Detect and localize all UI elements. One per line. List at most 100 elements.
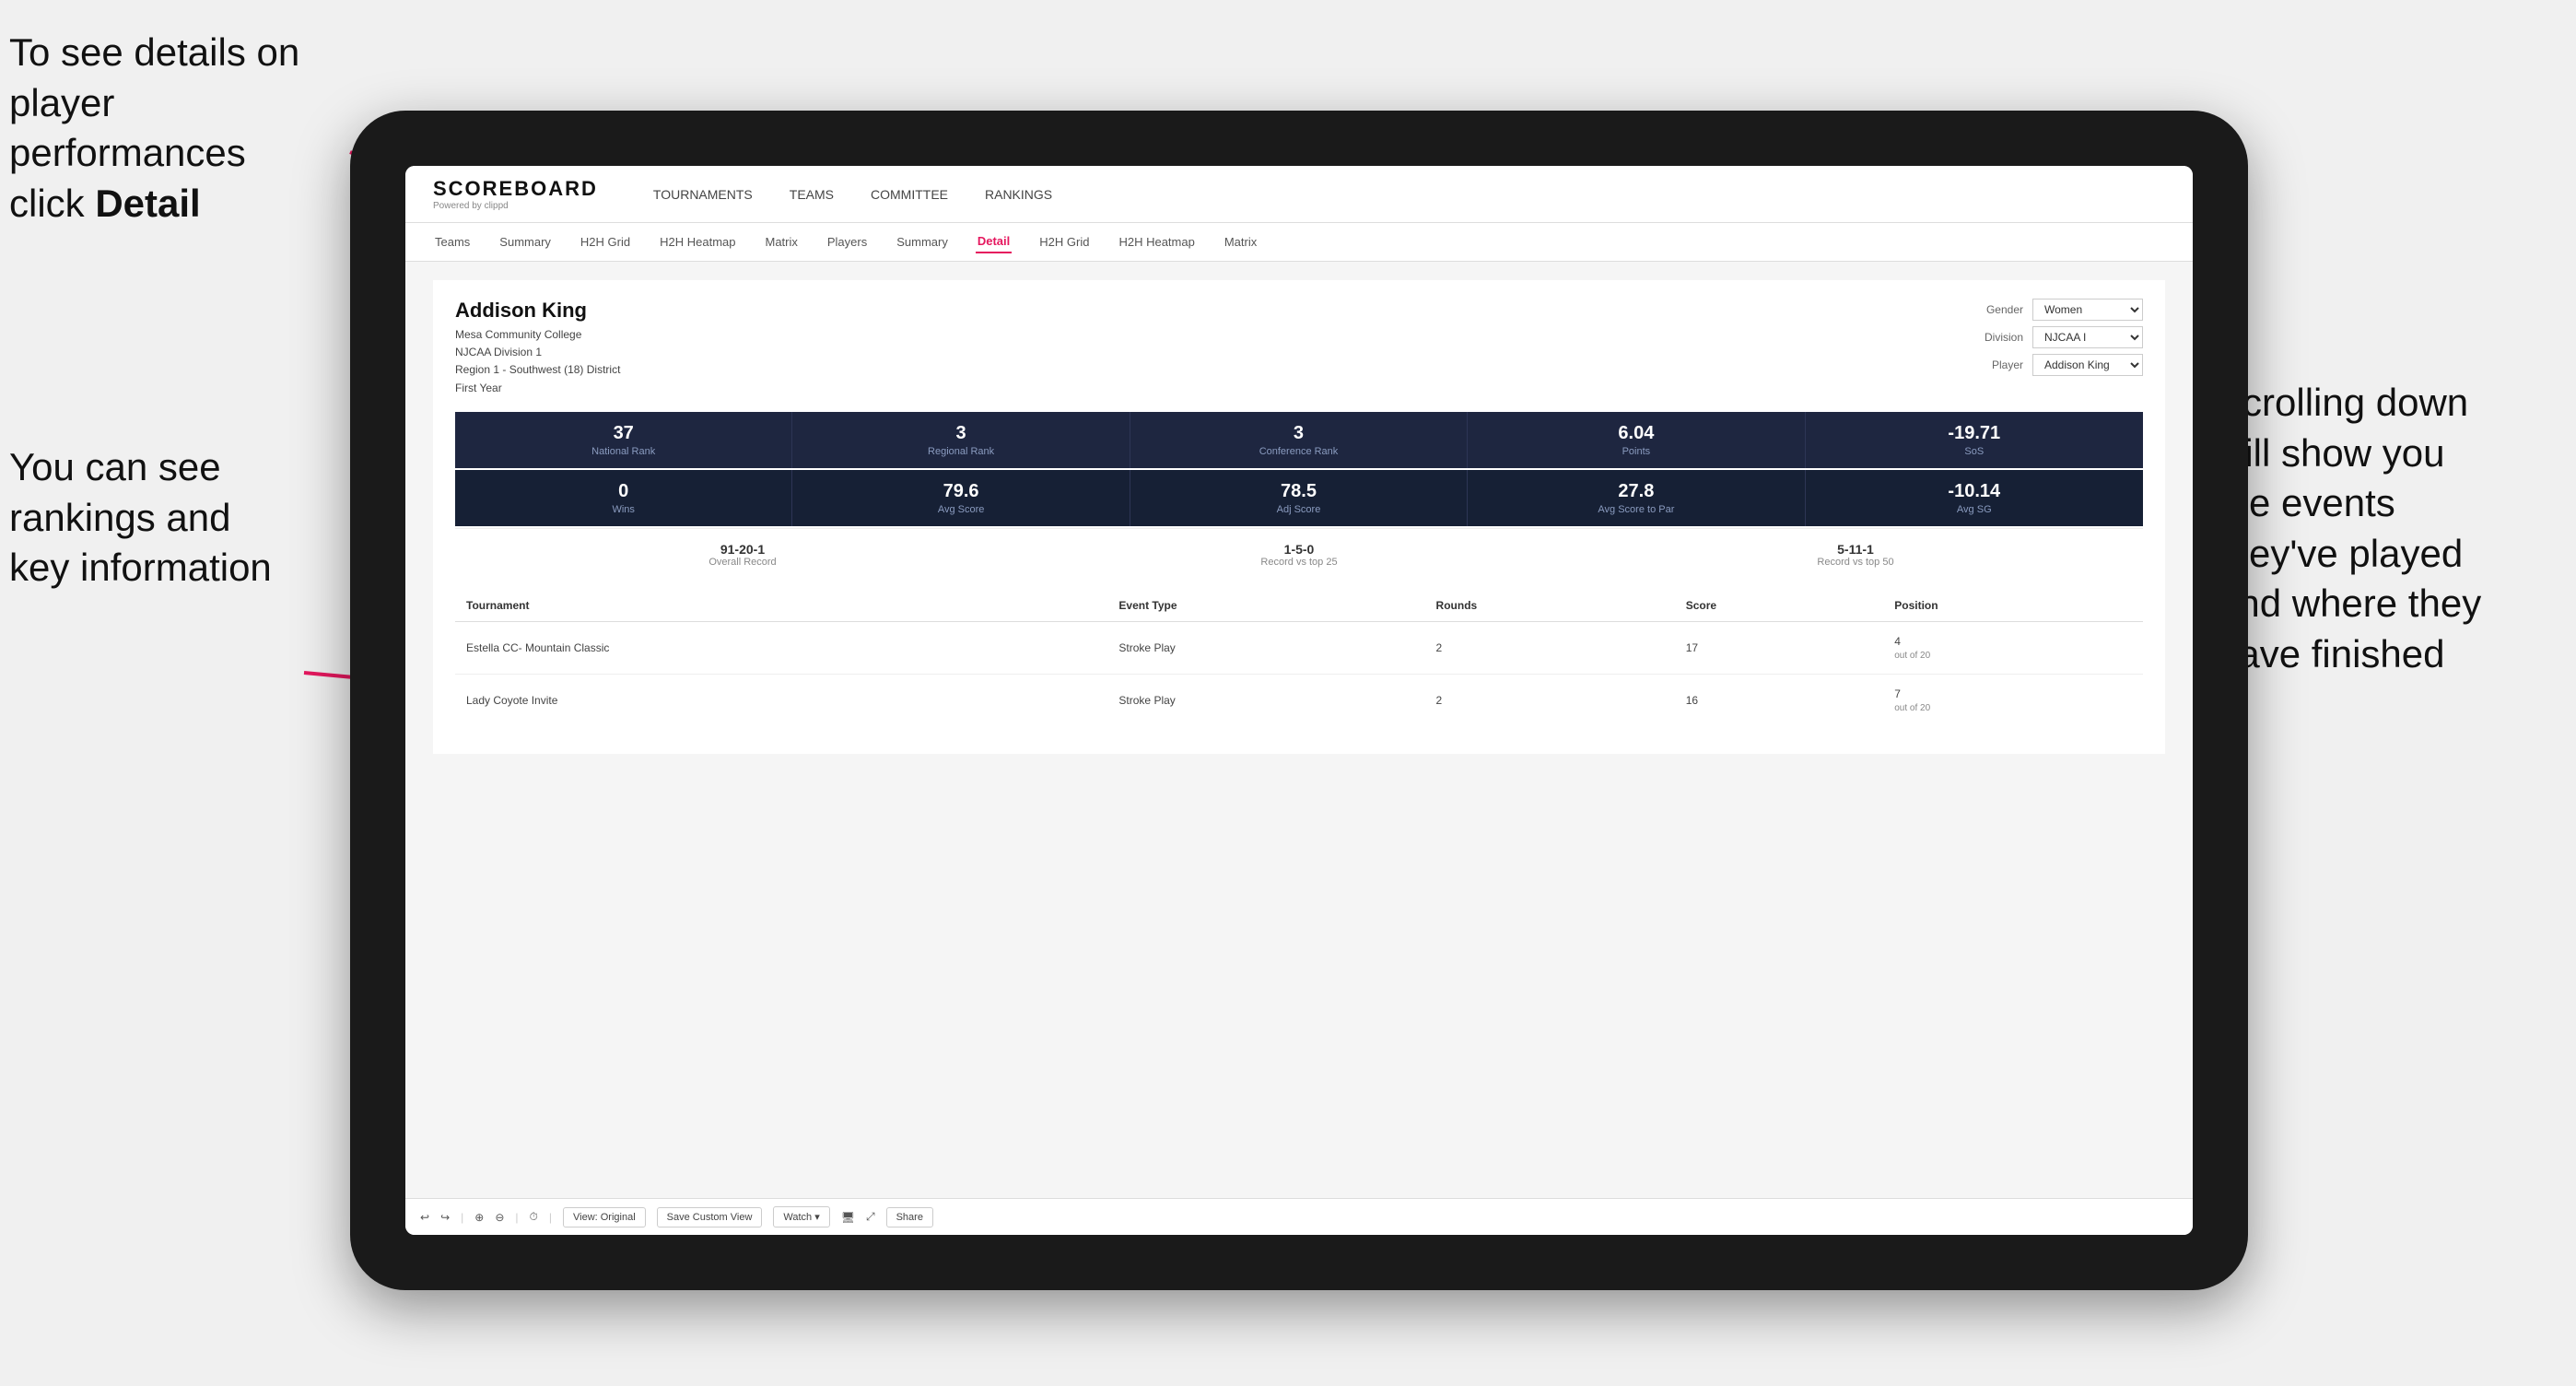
record-top50-value: 5-11-1 bbox=[1577, 542, 2134, 557]
player-select[interactable]: Addison King bbox=[2032, 354, 2143, 376]
save-custom-view-btn[interactable]: Save Custom View bbox=[657, 1207, 763, 1227]
sub-nav-detail[interactable]: Detail bbox=[976, 230, 1012, 253]
gender-select[interactable]: Women bbox=[2032, 299, 2143, 321]
player-header: Addison King Mesa Community College NJCA… bbox=[455, 299, 2143, 397]
player-division: NJCAA Division 1 bbox=[455, 344, 620, 361]
sub-nav-h2h-heatmap2[interactable]: H2H Heatmap bbox=[1117, 231, 1196, 253]
division-select[interactable]: NJCAA I bbox=[2032, 326, 2143, 348]
tournament-section: Tournament Event Type Rounds Score Posit… bbox=[455, 590, 2143, 735]
toolbar-icon2[interactable]: ⊖ bbox=[495, 1211, 504, 1224]
col-tournament: Tournament bbox=[455, 590, 1107, 622]
tablet-screen: SCOREBOARD Powered by clippd TOURNAMENTS… bbox=[405, 166, 2193, 1235]
row2-rounds: 2 bbox=[1425, 674, 1675, 726]
toolbar-undo[interactable]: ↩ bbox=[420, 1211, 429, 1224]
toolbar-redo[interactable]: ↪ bbox=[440, 1211, 450, 1224]
conference-rank-value: 3 bbox=[1140, 423, 1458, 444]
stat-avg-score-par: 27.8 Avg Score to Par bbox=[1468, 470, 1805, 526]
record-overall-label: Overall Record bbox=[464, 557, 1021, 568]
national-rank-label: National Rank bbox=[464, 446, 782, 457]
stat-avg-score: 79.6 Avg Score bbox=[792, 470, 1130, 526]
avg-sg-value: -10.14 bbox=[1815, 481, 2134, 502]
record-top25: 1-5-0 Record vs top 25 bbox=[1021, 542, 1577, 568]
record-top50: 5-11-1 Record vs top 50 bbox=[1577, 542, 2134, 568]
annotation-right: Scrolling down will show you the events … bbox=[2217, 378, 2567, 680]
stat-points: 6.04 Points bbox=[1468, 412, 1805, 468]
stat-conference-rank: 3 Conference Rank bbox=[1130, 412, 1468, 468]
nav-teams[interactable]: TEAMS bbox=[790, 183, 834, 206]
sos-value: -19.71 bbox=[1815, 423, 2134, 444]
avg-score-par-label: Avg Score to Par bbox=[1477, 504, 1795, 515]
row1-tournament: Estella CC- Mountain Classic bbox=[455, 621, 1107, 674]
wins-label: Wins bbox=[464, 504, 782, 515]
avg-score-par-value: 27.8 bbox=[1477, 481, 1795, 502]
row1-rounds: 2 bbox=[1425, 621, 1675, 674]
row1-position: 4 out of 20 bbox=[1883, 621, 2143, 674]
toolbar-icon1[interactable]: ⊕ bbox=[474, 1211, 484, 1224]
gender-label: Gender bbox=[1973, 303, 2023, 316]
stats-grid-row1: 37 National Rank 3 Regional Rank 3 Confe… bbox=[455, 412, 2143, 468]
view-original-btn[interactable]: View: Original bbox=[563, 1207, 646, 1227]
wins-value: 0 bbox=[464, 481, 782, 502]
records-row: 91-20-1 Overall Record 1-5-0 Record vs t… bbox=[455, 528, 2143, 581]
sub-nav-summary2[interactable]: Summary bbox=[895, 231, 950, 253]
tablet: SCOREBOARD Powered by clippd TOURNAMENTS… bbox=[350, 111, 2248, 1290]
regional-rank-value: 3 bbox=[802, 423, 1119, 444]
sub-nav: Teams Summary H2H Grid H2H Heatmap Matri… bbox=[405, 223, 2193, 262]
col-rounds: Rounds bbox=[1425, 590, 1675, 622]
player-year: First Year bbox=[455, 380, 620, 397]
row2-score: 16 bbox=[1675, 674, 1884, 726]
logo: SCOREBOARD Powered by clippd bbox=[433, 177, 598, 211]
conference-rank-label: Conference Rank bbox=[1140, 446, 1458, 457]
sub-nav-matrix2[interactable]: Matrix bbox=[1223, 231, 1259, 253]
record-top25-label: Record vs top 25 bbox=[1021, 557, 1577, 568]
points-label: Points bbox=[1477, 446, 1795, 457]
toolbar-icon-expand[interactable]: ⤢ bbox=[866, 1210, 875, 1224]
player-label: Player bbox=[1973, 358, 2023, 371]
player-region: Region 1 - Southwest (18) District bbox=[455, 361, 620, 379]
top-nav: SCOREBOARD Powered by clippd TOURNAMENTS… bbox=[405, 166, 2193, 223]
sos-label: SoS bbox=[1815, 446, 2134, 457]
table-row: Lady Coyote Invite Stroke Play 2 16 7 ou… bbox=[455, 674, 2143, 726]
adj-score-value: 78.5 bbox=[1140, 481, 1458, 502]
sub-nav-summary[interactable]: Summary bbox=[498, 231, 553, 253]
row2-event-type: Stroke Play bbox=[1107, 674, 1424, 726]
toolbar-icon3[interactable]: ⏱ bbox=[530, 1210, 538, 1224]
annotation-top-left: To see details on player performances cl… bbox=[9, 28, 359, 229]
share-btn[interactable]: Share bbox=[886, 1207, 933, 1227]
stats-grid-row2: 0 Wins 79.6 Avg Score 78.5 Adj Score 27.… bbox=[455, 470, 2143, 526]
player-filters: Gender Women Division NJCAA I bbox=[1973, 299, 2143, 376]
sub-nav-matrix[interactable]: Matrix bbox=[763, 231, 799, 253]
sub-nav-h2h-grid2[interactable]: H2H Grid bbox=[1037, 231, 1091, 253]
record-top25-value: 1-5-0 bbox=[1021, 542, 1577, 557]
col-event-type: Event Type bbox=[1107, 590, 1424, 622]
division-label: Division bbox=[1973, 331, 2023, 344]
content-area[interactable]: Addison King Mesa Community College NJCA… bbox=[405, 262, 2193, 1198]
col-position: Position bbox=[1883, 590, 2143, 622]
nav-rankings[interactable]: RANKINGS bbox=[985, 183, 1052, 206]
tournament-table: Tournament Event Type Rounds Score Posit… bbox=[455, 590, 2143, 726]
bottom-toolbar: ↩ ↪ | ⊕ ⊖ | ⏱ | View: Original Save Cust… bbox=[405, 1198, 2193, 1235]
nav-committee[interactable]: COMMITTEE bbox=[871, 183, 948, 206]
watch-btn[interactable]: Watch ▾ bbox=[773, 1206, 829, 1227]
sub-nav-h2h-grid[interactable]: H2H Grid bbox=[579, 231, 632, 253]
sub-nav-players[interactable]: Players bbox=[825, 231, 869, 253]
player-filter-row: Player Addison King bbox=[1973, 354, 2143, 376]
row1-score: 17 bbox=[1675, 621, 1884, 674]
annotation-bottom-left: You can see rankings and key information bbox=[9, 442, 304, 593]
sub-nav-h2h-heatmap[interactable]: H2H Heatmap bbox=[658, 231, 737, 253]
stat-adj-score: 78.5 Adj Score bbox=[1130, 470, 1468, 526]
col-score: Score bbox=[1675, 590, 1884, 622]
logo-main: SCOREBOARD bbox=[433, 177, 598, 201]
nav-tournaments[interactable]: TOURNAMENTS bbox=[653, 183, 753, 206]
row2-position: 7 out of 20 bbox=[1883, 674, 2143, 726]
player-card: Addison King Mesa Community College NJCA… bbox=[433, 280, 2165, 754]
player-info: Addison King Mesa Community College NJCA… bbox=[455, 299, 620, 397]
avg-score-value: 79.6 bbox=[802, 481, 1119, 502]
row2-tournament: Lady Coyote Invite bbox=[455, 674, 1107, 726]
player-college: Mesa Community College bbox=[455, 326, 620, 344]
national-rank-value: 37 bbox=[464, 423, 782, 444]
player-name: Addison King bbox=[455, 299, 620, 323]
sub-nav-teams[interactable]: Teams bbox=[433, 231, 472, 253]
avg-sg-label: Avg SG bbox=[1815, 504, 2134, 515]
toolbar-icon-monitor[interactable]: 🖥 bbox=[841, 1211, 855, 1224]
